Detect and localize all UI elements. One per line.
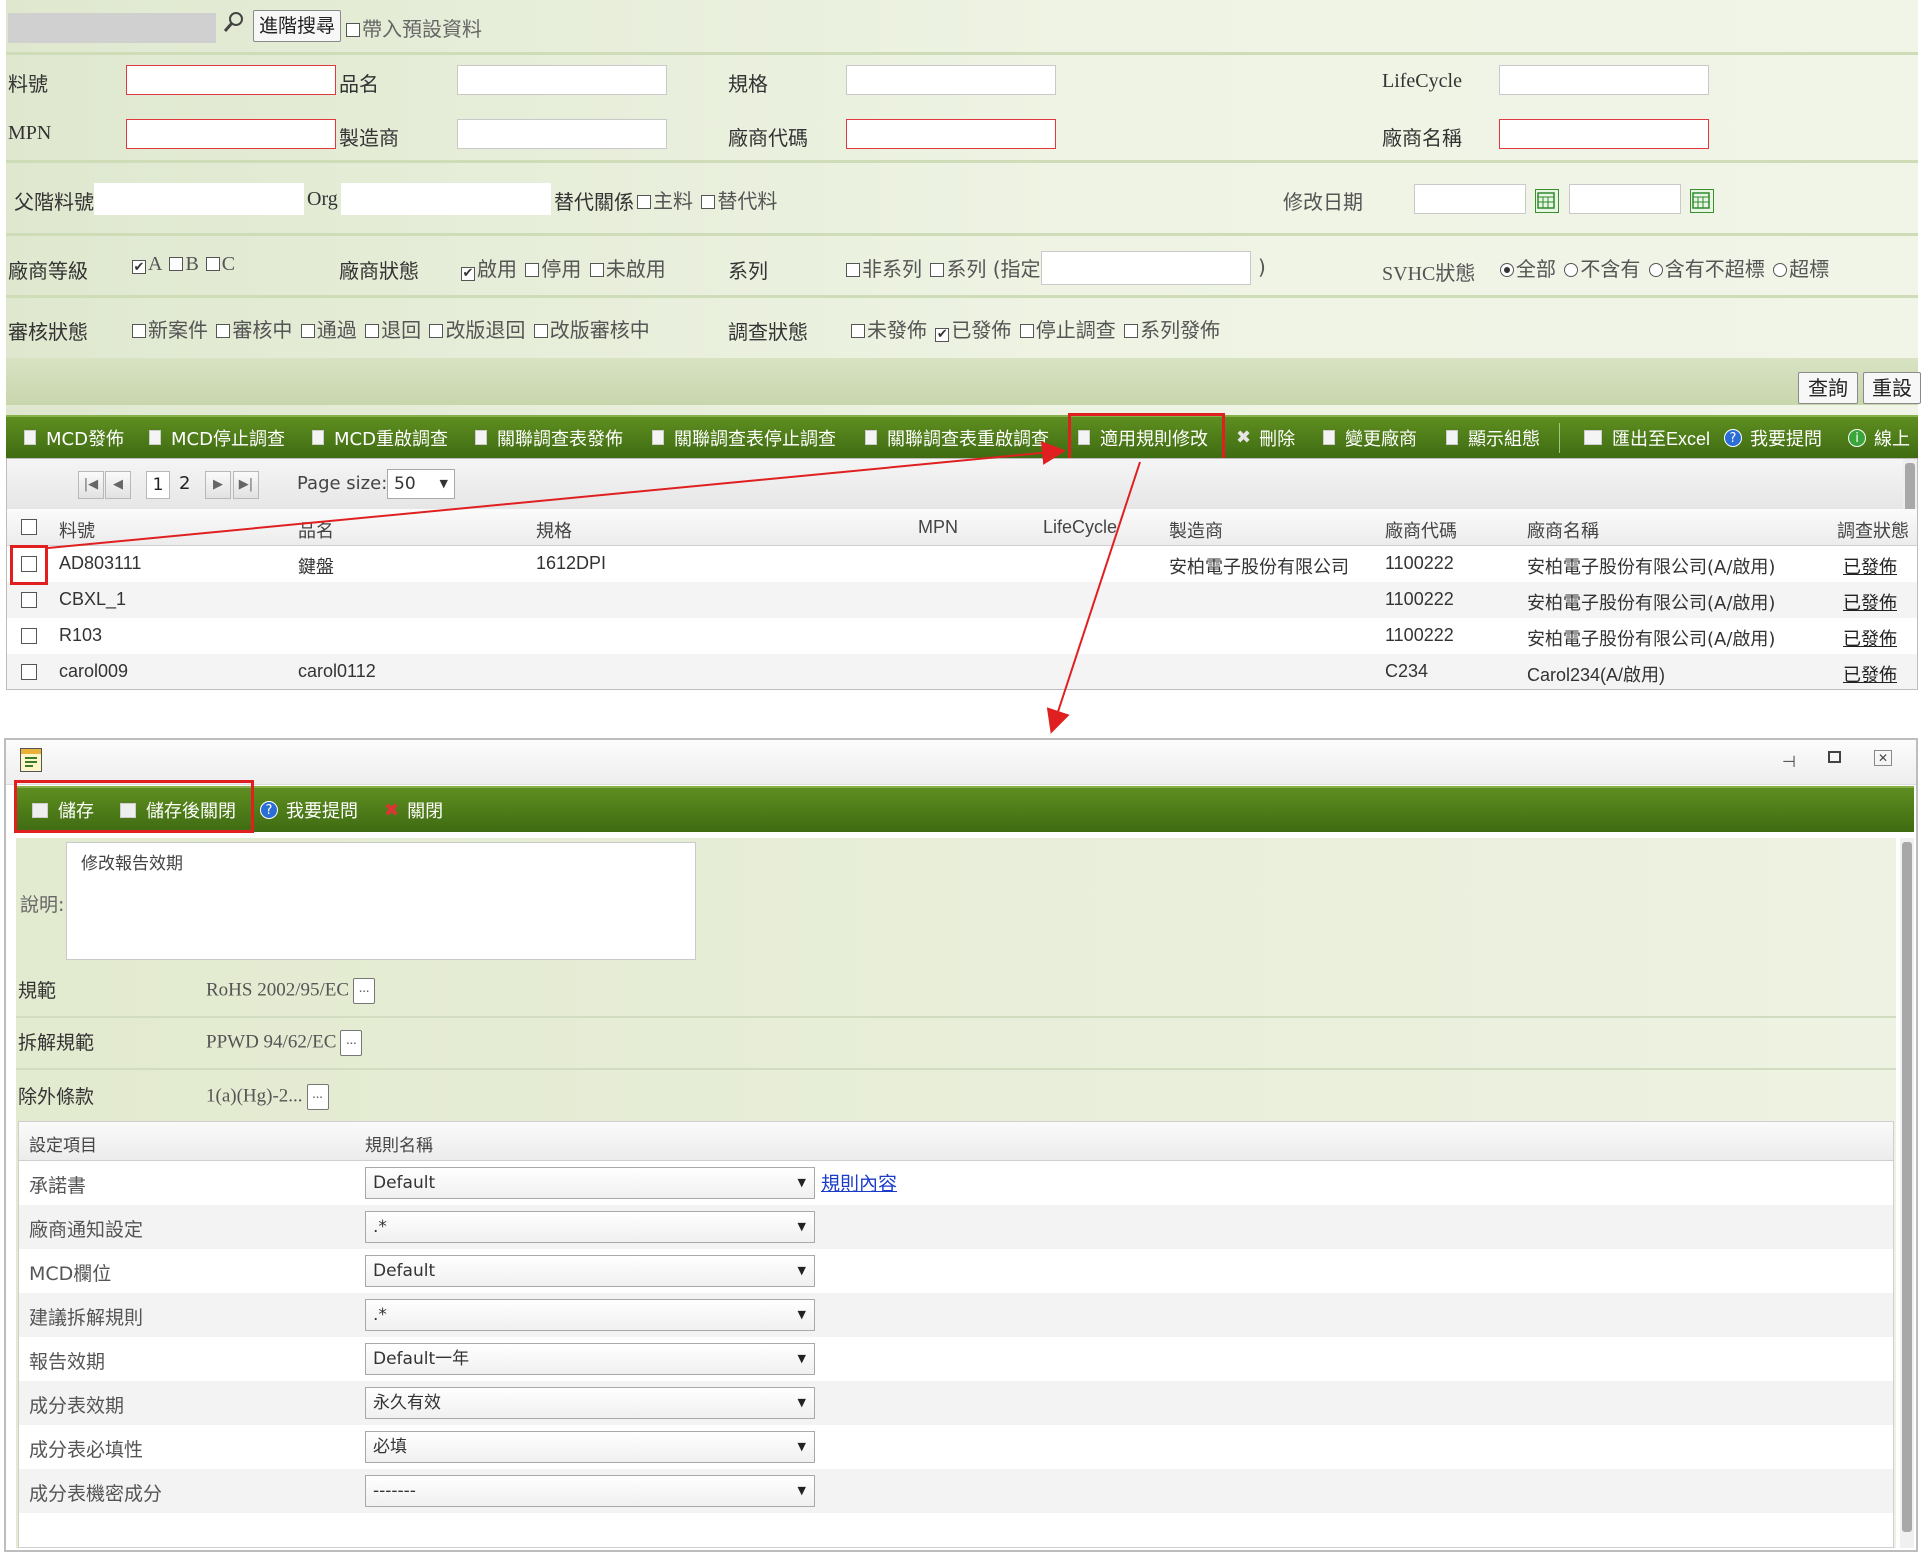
desc-label: 說明: [20,894,65,916]
rule-row: 承諾書 Default 規則內容 [19,1161,1893,1205]
rule-select-value: Default [373,1261,436,1281]
arrow-to-dialog [1046,461,1141,734]
help-icon: ? [260,801,278,819]
rule-select-value: 永久有效 [373,1393,441,1413]
dialog-toolbar: 儲存 儲存後關閉 ? 我要提問 ✖ 關閉 [14,786,1914,832]
rule-table: 設定項目 規則名稱 承諾書 Default 規則內容 廠商通知設定 .* MCD… [18,1121,1894,1548]
dialog-close-button[interactable]: ✖ 關閉 [384,788,443,832]
maximize-icon[interactable] [1828,751,1841,763]
rule-select[interactable]: 必填 [365,1431,815,1463]
rule-select-value: Default一年 [373,1349,470,1369]
rule-item-label: 成分表效期 [29,1395,125,1417]
dialog-close-label: 關閉 [407,801,444,822]
rule-select[interactable]: Default [365,1167,815,1199]
regulation-value: RoHS 2002/95/EC [206,979,350,1001]
rule-item-label: MCD欄位 [29,1263,112,1285]
dialog-body: 說明: 修改報告效期 規範 RoHS 2002/95/EC... 拆解規範 PP… [16,838,1896,1548]
rule-row: 建議拆解規則 .* [19,1293,1893,1337]
disassembly-pick-button[interactable]: ... [340,1030,363,1056]
close-x-icon: ✖ [384,799,400,821]
rule-row: 廠商通知設定 .* [19,1205,1893,1249]
rule-row: 報告效期 Default一年 [19,1337,1893,1381]
rule-edit-dialog: ⊣ ✕ 儲存 儲存後關閉 ? 我要提問 ✖ 關閉 說明: 修改報告效期 規範 RoH… [4,738,1918,1552]
regulation-pick-button[interactable]: ... [353,978,376,1004]
rule-item-label: 成分表機密成分 [29,1483,163,1505]
rule-row: MCD欄位 Default [19,1249,1893,1293]
rule-table-header: 設定項目 規則名稱 [19,1122,1893,1161]
dialog-scrollbar[interactable] [1900,838,1914,1548]
col-setting-item: 設定項目 [29,1136,97,1156]
highlight-save-buttons [14,780,254,833]
exemption-pick-button[interactable]: ... [306,1084,329,1110]
arrow-to-rule-edit [47,440,1066,549]
exemption-value: 1(a)(Hg)-2... [206,1085,303,1107]
rule-row: 成分表效期 永久有效 [19,1381,1893,1425]
close-icon[interactable]: ✕ [1874,750,1892,766]
rule-item-label: 承諾書 [29,1175,87,1197]
rule-select-value: Default [373,1173,436,1193]
desc-value: 修改報告效期 [81,854,183,874]
rule-item-label: 廠商通知設定 [29,1219,144,1241]
dialog-ask-button[interactable]: ? 我要提問 [260,788,358,832]
dialog-titlebar: ⊣ ✕ [6,740,1916,785]
rule-content-link[interactable]: 規則內容 [821,1169,897,1196]
rule-select-value: .* [373,1217,387,1237]
rule-select[interactable]: Default [365,1255,815,1287]
desc-textarea[interactable]: 修改報告效期 [66,842,696,960]
rule-item-label: 建議拆解規則 [29,1307,144,1329]
disassembly-value: PPWD 94/62/EC [206,1031,337,1053]
rule-row: 成分表必填性 必填 [19,1425,1893,1469]
rule-select[interactable]: .* [365,1211,815,1243]
rule-select[interactable]: Default一年 [365,1343,815,1375]
rule-select[interactable]: 永久有效 [365,1387,815,1419]
rule-select[interactable]: ------- [365,1475,815,1507]
rule-row: 成分表機密成分 ------- [19,1469,1893,1513]
exemption-label: 除外條款 [18,1086,95,1108]
rule-select-value: .* [373,1305,387,1325]
rule-select-value: ------- [373,1481,416,1501]
rule-select-value: 必填 [373,1437,407,1457]
pin-icon[interactable]: ⊣ [1782,752,1796,771]
rule-item-label: 成分表必填性 [29,1439,144,1461]
window-icon [20,748,42,772]
dialog-ask-label: 我要提問 [286,801,358,822]
regulation-label: 規範 [18,980,57,1002]
disassembly-label: 拆解規範 [18,1032,95,1054]
rule-item-label: 報告效期 [29,1351,106,1373]
rule-select[interactable]: .* [365,1299,815,1331]
col-rule-name: 規則名稱 [365,1136,433,1156]
